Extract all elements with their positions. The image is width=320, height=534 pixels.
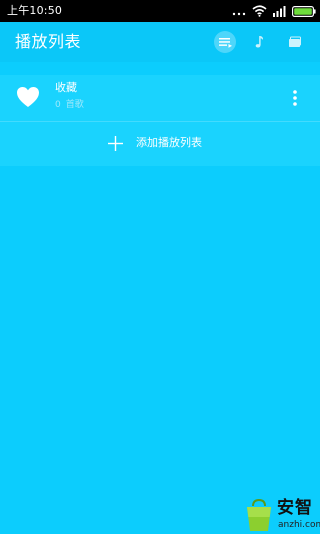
more-options-icon[interactable] xyxy=(289,89,301,107)
watermark: 安智 anzhi.com xyxy=(244,496,320,534)
watermark-name: 安智 xyxy=(277,498,313,518)
playlist-icon xyxy=(219,38,232,48)
signal-dots-icon xyxy=(232,2,246,21)
add-playlist-label: 添加播放列表 xyxy=(136,136,202,149)
status-bar: 上午10:50 xyxy=(0,0,320,22)
list-item[interactable]: 收藏 0 首歌 xyxy=(0,75,320,121)
playlist-list: 收藏 0 首歌 添加播放列表 xyxy=(0,75,320,166)
heart-icon xyxy=(17,87,39,107)
wifi-icon xyxy=(252,2,267,21)
playlist-name: 收藏 xyxy=(55,81,77,94)
song-count-unit: 首歌 xyxy=(65,100,84,110)
page-title: 播放列表 xyxy=(15,32,82,51)
watermark-url: anzhi.com xyxy=(278,520,320,530)
album-icon xyxy=(289,36,301,47)
playlist-song-count: 0 首歌 xyxy=(55,99,84,111)
add-playlist-button[interactable]: 添加播放列表 xyxy=(0,122,320,166)
anzhi-logo-icon xyxy=(247,498,271,531)
battery-icon xyxy=(292,2,316,21)
music-note-icon xyxy=(255,36,264,48)
tab-playlists[interactable] xyxy=(213,30,237,54)
status-icons xyxy=(226,3,316,19)
status-time: 上午10:50 xyxy=(7,4,63,17)
cellular-signal-icon xyxy=(273,2,286,21)
tab-albums[interactable] xyxy=(283,30,307,54)
tab-songs[interactable] xyxy=(247,30,271,54)
app-bar: 播放列表 xyxy=(0,22,320,62)
plus-icon xyxy=(108,136,123,151)
song-count-value: 0 xyxy=(55,100,61,110)
